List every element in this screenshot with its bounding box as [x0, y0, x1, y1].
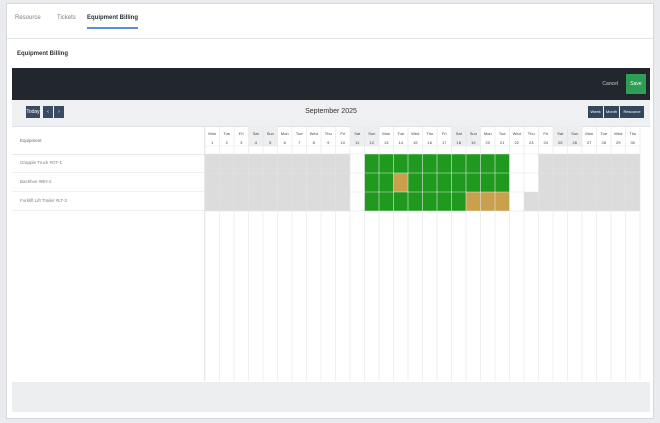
- day-number-label: 26: [573, 140, 578, 145]
- booking-cell-partial[interactable]: [466, 192, 510, 211]
- day-number-label: 17: [442, 140, 447, 145]
- booking-cell-partial[interactable]: [393, 173, 409, 192]
- day-number-label: 1: [211, 140, 214, 145]
- day-number-label: 10: [341, 140, 346, 145]
- day-number-label: 18: [457, 140, 462, 145]
- day-name-label: Fri: [340, 131, 345, 136]
- day-name-label: Sat: [557, 131, 564, 136]
- day-name-label: Fri: [442, 131, 447, 136]
- day-number-label: 24: [544, 140, 549, 145]
- day-name-label: Sun: [267, 131, 274, 136]
- day-name-label: Sun: [368, 131, 375, 136]
- day-number-label: 7: [298, 140, 301, 145]
- booking-cell-unavailable[interactable]: [538, 154, 641, 173]
- day-name-label: Mon: [484, 131, 492, 136]
- day-name-label: Mon: [281, 131, 289, 136]
- day-number-label: 27: [587, 140, 592, 145]
- day-name-label: Tue: [499, 131, 507, 136]
- day-number-label: 22: [515, 140, 520, 145]
- day-number-label: 14: [399, 140, 404, 145]
- day-name-label: Tue: [600, 131, 608, 136]
- day-name-label: Mon: [382, 131, 390, 136]
- footer-bar: [12, 382, 650, 412]
- day-number-label: 12: [370, 140, 375, 145]
- day-name-label: Wed: [513, 131, 521, 136]
- day-name-label: Sun: [571, 131, 578, 136]
- day-name-label: Fri: [543, 131, 548, 136]
- day-number-label: 25: [558, 140, 563, 145]
- day-number-label: 19: [471, 140, 476, 145]
- day-name-label: Thu: [528, 131, 535, 136]
- day-name-label: Thu: [629, 131, 636, 136]
- day-name-label: Sat: [456, 131, 463, 136]
- day-name-label: Thu: [426, 131, 433, 136]
- day-name-label: Tue: [296, 131, 304, 136]
- day-name-label: Sun: [470, 131, 477, 136]
- day-name-label: Sat: [253, 131, 260, 136]
- day-number-label: 21: [500, 140, 505, 145]
- day-number-label: 13: [384, 140, 389, 145]
- day-number-label: 2: [226, 140, 229, 145]
- day-name-label: Wed: [411, 131, 419, 136]
- day-number-label: 28: [602, 140, 607, 145]
- day-number-label: 30: [631, 140, 636, 145]
- day-name-label: Wed: [310, 131, 318, 136]
- day-number-label: 20: [486, 140, 491, 145]
- day-name-label: Tue: [223, 131, 231, 136]
- day-name-label: Thu: [325, 131, 332, 136]
- day-number-label: 23: [529, 140, 534, 145]
- day-name-label: Sat: [354, 131, 361, 136]
- day-number-label: 9: [327, 140, 330, 145]
- booking-cell-unavailable[interactable]: [538, 173, 641, 192]
- timeline-grid: Mon1Tue2Fri3Sat4Sun5Mon6Tue7Wed8Thu9Fri1…: [204, 126, 641, 381]
- booking-cell-booked[interactable]: [364, 192, 467, 211]
- day-name-label: Mon: [585, 131, 593, 136]
- day-name-label: Fri: [239, 131, 244, 136]
- day-number-label: 8: [313, 140, 316, 145]
- day-number-label: 3: [240, 140, 243, 145]
- day-name-label: Tue: [397, 131, 405, 136]
- day-number-label: 15: [413, 140, 418, 145]
- app-frame: Resource Tickets Equipment Billing Equip…: [6, 3, 654, 419]
- day-name-label: Mon: [208, 131, 216, 136]
- day-name-label: Wed: [614, 131, 622, 136]
- day-number-label: 29: [616, 140, 621, 145]
- day-number-label: 16: [428, 140, 433, 145]
- day-number-label: 6: [284, 140, 287, 145]
